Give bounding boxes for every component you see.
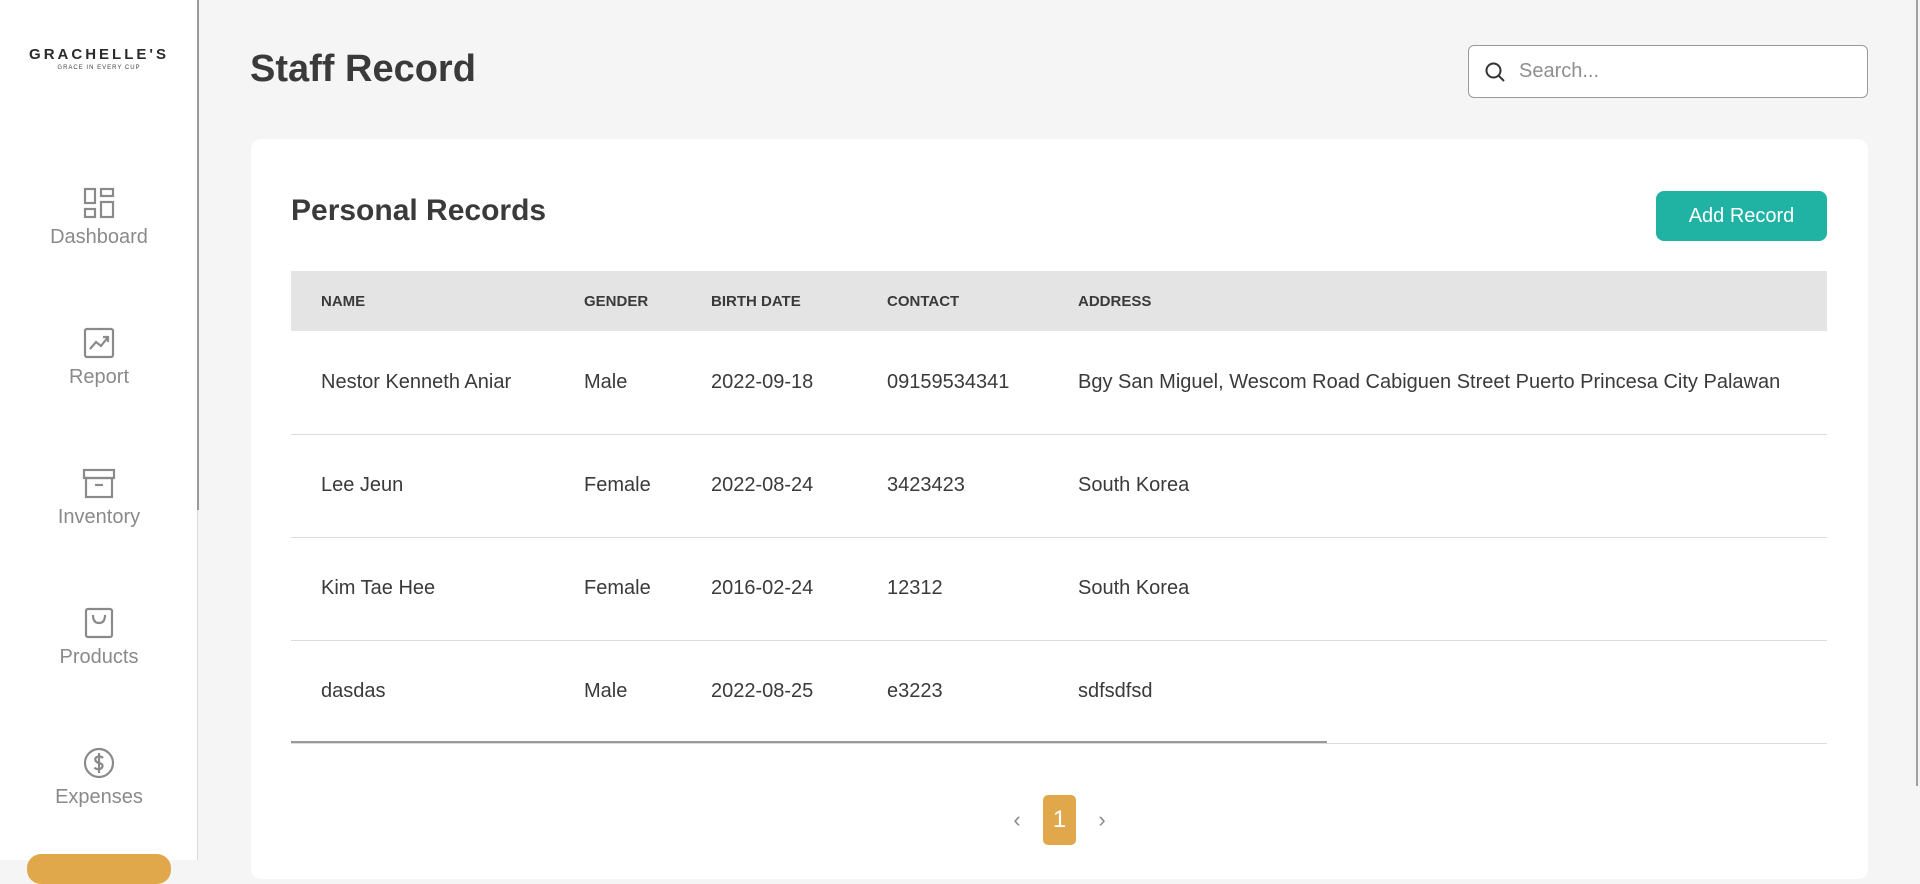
card-title: Personal Records [291,194,547,227]
sidebar-item-report[interactable]: Report [0,326,198,389]
page-number-current[interactable]: 1 [1043,795,1076,845]
column-header-gender: Gender [584,292,649,310]
page-vertical-scrollbar[interactable] [1916,0,1918,786]
cell-birth-date: 2022-09-18 [681,331,857,435]
cell-birth-date: 2022-08-25 [681,640,857,744]
table-body: Nestor Kenneth Aniar Male 2022-09-18 091… [291,331,1827,744]
cell-name: Lee Jeun [291,434,554,538]
column-header-address: Address [1078,292,1152,310]
archive-box-icon [82,468,116,499]
brand-logo[interactable]: GRACHELLE'S GRACE IN EVERY CUP [0,46,198,71]
sidebar-item-products[interactable]: Products [0,606,198,669]
records-table-wrapper: Name Gender Birth Date Contact Address N… [291,271,1827,744]
sidebar-scrollbar[interactable] [197,0,199,510]
cell-gender: Male [554,331,681,435]
column-header-birth-date: Birth Date [711,292,801,310]
cell-name: dasdas [291,640,554,744]
cell-gender: Male [554,640,681,744]
table-row[interactable]: Nestor Kenneth Aniar Male 2022-09-18 091… [291,331,1827,435]
cell-address: South Korea [1048,434,1827,538]
shopping-bag-icon [84,607,114,639]
cell-birth-date: 2022-08-24 [681,434,857,538]
table-row[interactable]: Kim Tae Hee Female 2016-02-24 12312 Sout… [291,537,1827,641]
cell-name: Kim Tae Hee [291,537,554,641]
cell-contact: 3423423 [857,434,1048,538]
sidebar-item-label: Products [59,646,139,668]
sidebar-item-label: Inventory [57,506,141,528]
table-horizontal-scrollbar[interactable] [291,741,1327,743]
column-header-contact: Contact [887,292,960,310]
add-record-button[interactable]: Add Record [1656,191,1827,241]
sidebar-item-dashboard[interactable]: Dashboard [0,186,198,249]
prev-page-button[interactable]: ‹ [1007,807,1027,833]
brand-tagline: GRACE IN EVERY CUP [57,65,141,71]
cell-contact: 09159534341 [857,331,1048,435]
cell-address: sdfsdfsd [1048,640,1827,744]
search-input[interactable] [1519,60,1849,83]
cell-gender: Female [554,537,681,641]
search-icon [1485,62,1505,82]
next-page-button[interactable]: › [1092,807,1112,833]
table-header: Name Gender Birth Date Contact Address [291,271,1827,331]
sidebar-item-inventory[interactable]: Inventory [0,466,198,529]
sidebar-item-label: Report [68,366,130,388]
dashboard-icon [83,187,115,219]
records-table: Name Gender Birth Date Contact Address N… [291,271,1827,744]
pagination: ‹ 1 › [251,795,1868,845]
sidebar-item-label: Dashboard [50,226,148,248]
dollar-circle-icon [83,747,115,779]
cell-address: South Korea [1048,537,1827,641]
search-box[interactable] [1468,45,1868,98]
report-chart-icon [83,327,115,359]
cell-address: Bgy San Miguel, Wescom Road Cabiguen Str… [1048,331,1827,435]
cell-contact: e3223 [857,640,1048,744]
cell-gender: Female [554,434,681,538]
column-header-name: Name [321,292,366,310]
cell-birth-date: 2016-02-24 [681,537,857,641]
cell-contact: 12312 [857,537,1048,641]
brand-name: GRACHELLE'S [29,46,169,63]
sidebar-bottom-button[interactable] [27,854,171,884]
page-title: Staff Record [250,48,476,90]
records-card: Personal Records Add Record Name Gender … [251,139,1868,879]
sidebar-item-expenses[interactable]: Expenses [0,746,198,809]
table-row[interactable]: Lee Jeun Female 2022-08-24 3423423 South… [291,434,1827,538]
table-row[interactable]: dasdas Male 2022-08-25 e3223 sdfsdfsd [291,640,1827,744]
cell-name: Nestor Kenneth Aniar [291,331,554,435]
sidebar-item-label: Expenses [55,786,143,808]
sidebar: GRACHELLE'S GRACE IN EVERY CUP Dashboard… [0,0,198,884]
